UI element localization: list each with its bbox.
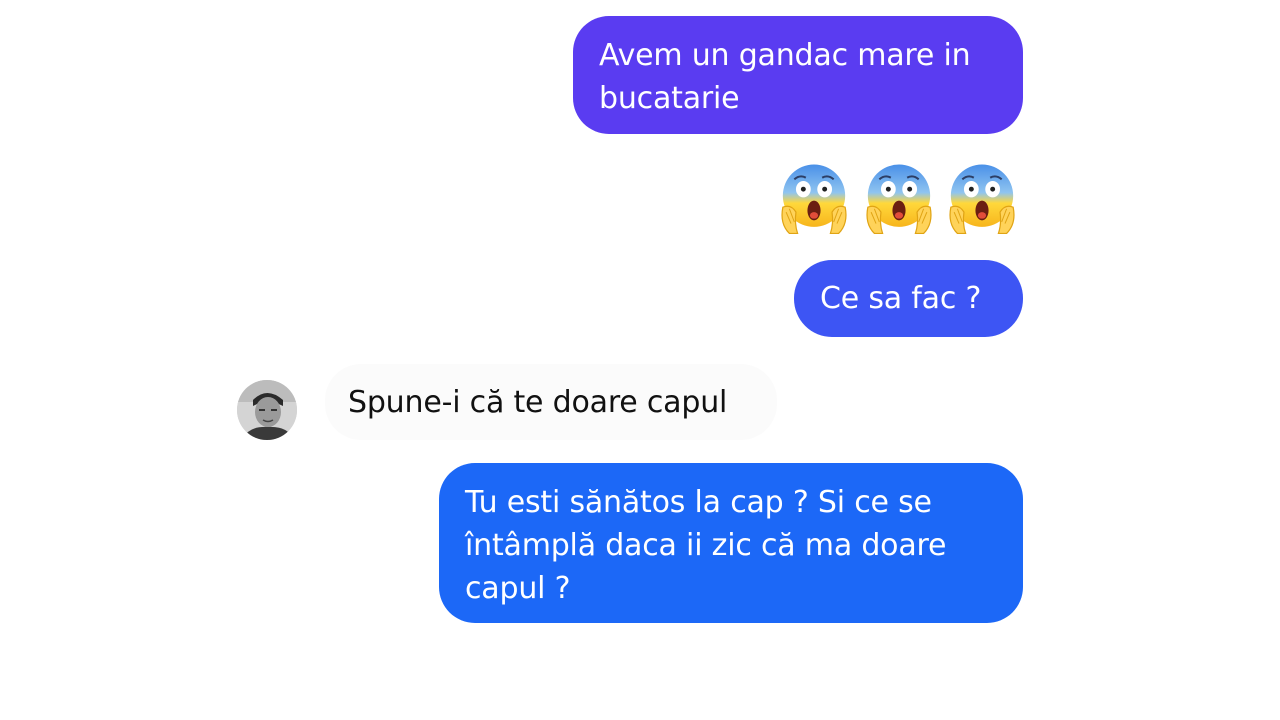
message-bubble-incoming[interactable]: Spune-i că te doare capul [325,364,777,440]
emoji-message[interactable] [773,158,1025,240]
contact-avatar-icon [237,380,297,440]
message-bubble-outgoing[interactable]: Tu esti sănătos la cap ? Si ce se întâmp… [439,463,1023,623]
message-bubble-outgoing[interactable]: Ce sa fac ? [794,260,1023,337]
chat-thread: Avem un gandac mare in bucatarie Ce sa f… [0,0,1280,720]
face-screaming-in-fear-icon [781,164,847,235]
face-screaming-in-fear-icon [866,164,932,235]
face-screaming-in-fear-icon [949,164,1015,235]
message-text: Spune-i că te doare capul [348,385,728,420]
message-text: Tu esti sănătos la cap ? Si ce se întâmp… [465,485,947,606]
message-text: Ce sa fac ? [820,281,982,316]
avatar[interactable] [237,380,297,440]
message-bubble-outgoing[interactable]: Avem un gandac mare in bucatarie [573,16,1023,134]
message-text: Avem un gandac mare in bucatarie [599,38,971,116]
